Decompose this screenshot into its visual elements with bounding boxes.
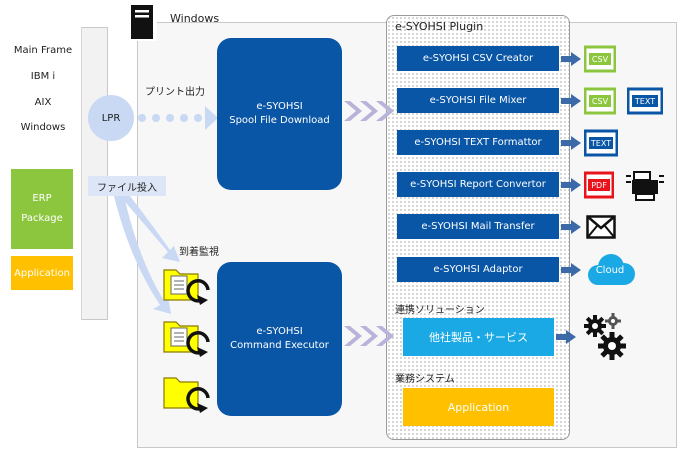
printer-icon — [626, 171, 664, 201]
executor-title: e-SYOHSI — [256, 326, 303, 337]
spool-title: e-SYOHSI — [256, 101, 303, 112]
cloud-label: Cloud — [595, 265, 625, 276]
arrival-watch-label: 到着監視 — [179, 247, 219, 258]
csv-file-icon: CSV — [584, 87, 616, 115]
lpr-dotted-arrow — [138, 106, 218, 130]
text-file-icon: TEXT — [584, 129, 618, 157]
csv-file-icon: CSV — [584, 45, 616, 73]
executor-chevrons — [344, 326, 394, 346]
pdf-label: PDF — [591, 180, 607, 190]
gears-icon — [584, 313, 626, 360]
pdf-file-icon: PDF — [584, 171, 614, 199]
spool-file-download-box: e-SYOHSI Spool File Download — [217, 38, 342, 190]
file-input-label: ファイル投入 — [88, 176, 166, 196]
csv-label: CSV — [591, 54, 609, 64]
mail-icon — [586, 215, 616, 239]
folder-with-file-icon — [163, 321, 210, 357]
spool-chevrons — [344, 101, 394, 121]
folder-with-file-icon — [163, 269, 210, 305]
plugin-output-arrows — [556, 52, 581, 344]
text-file-icon: TEXT — [627, 87, 663, 115]
text-label: TEXT — [590, 138, 612, 148]
lpr-circle: LPR — [88, 95, 134, 141]
text-label: TEXT — [634, 96, 656, 106]
executor-subtitle: Command Executor — [230, 340, 329, 351]
csv-label: CSV — [591, 96, 609, 106]
spool-subtitle: Spool File Download — [229, 115, 330, 126]
cloud-icon: Cloud — [582, 253, 638, 287]
command-executor-box: e-SYOHSI Command Executor — [217, 262, 342, 416]
folder-icon — [163, 377, 210, 413]
print-output-label: プリント出力 — [145, 87, 205, 98]
